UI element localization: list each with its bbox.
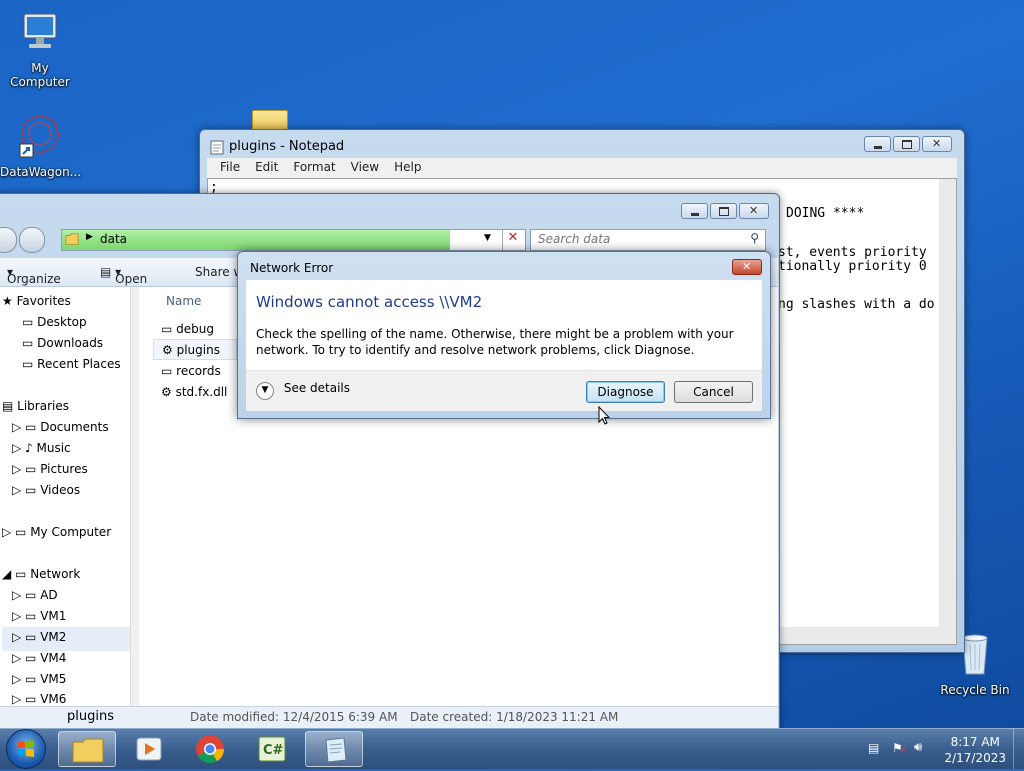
- nav-vm2[interactable]: ▷ ▭ VM2: [2, 627, 138, 651]
- nav-favorites[interactable]: ★ Favorites: [2, 294, 71, 308]
- svg-text:C#: C#: [263, 743, 284, 758]
- csharp-icon: C#: [258, 736, 286, 762]
- folder-icon: [65, 233, 79, 245]
- address-bar[interactable]: ▶ data ▼ ✕: [61, 229, 526, 251]
- dialog-footer: ▼ See details Diagnose Cancel: [246, 370, 762, 411]
- cancel-button[interactable]: Cancel: [674, 381, 753, 403]
- menu-view[interactable]: View: [344, 158, 387, 178]
- nav-desktop[interactable]: ▭ Desktop: [22, 315, 87, 329]
- taskbar-notepad[interactable]: [305, 731, 363, 767]
- nav-pictures[interactable]: ▷ ▭ Pictures: [12, 462, 88, 476]
- desktop-icon-label: My Computer: [10, 61, 70, 89]
- dialog-title: Network Error: [250, 261, 334, 275]
- see-details-label: See details: [283, 381, 351, 395]
- dialog-body: Windows cannot access \\VM2 Check the sp…: [246, 280, 762, 370]
- forward-button[interactable]: [19, 227, 45, 253]
- text-line: tionally priority 0: [778, 259, 927, 274]
- clock-date: 2/17/2023: [944, 751, 1006, 765]
- taskbar-media-player[interactable]: [120, 731, 178, 767]
- taskbar-explorer[interactable]: [58, 731, 116, 767]
- nav-libraries[interactable]: ▤ Libraries: [2, 399, 69, 413]
- menu-edit[interactable]: Edit: [248, 158, 286, 178]
- network-error-dialog[interactable]: Network Error Windows cannot access \\VM…: [237, 251, 771, 419]
- close-button[interactable]: [922, 136, 952, 152]
- search-input[interactable]: Search data ⚲: [530, 229, 766, 251]
- folder-icon: [72, 738, 104, 763]
- clock[interactable]: 8:17 AM 2/17/2023: [944, 734, 1006, 766]
- clock-time: 8:17 AM: [950, 735, 1000, 749]
- text-line: st, events priority: [778, 245, 927, 260]
- nav-recent-places[interactable]: ▭ Recent Places: [22, 357, 121, 371]
- column-header-name[interactable]: Name: [166, 294, 201, 308]
- search-icon: ⚲: [750, 231, 759, 245]
- dialog-message: Check the spelling of the name. Otherwis…: [256, 327, 734, 357]
- nav-documents[interactable]: ▷ ▭ Documents: [12, 420, 109, 434]
- nav-vm4[interactable]: ▷ ▭ VM4: [12, 651, 66, 665]
- minimize-button[interactable]: [681, 203, 708, 219]
- window-title: plugins - Notepad: [229, 139, 345, 154]
- nav-network[interactable]: ◢ ▭ Network: [2, 567, 80, 581]
- nav-ad[interactable]: ▷ ▭ AD: [12, 588, 58, 602]
- date-modified: Date modified: 12/4/2015 6:39 AM: [190, 710, 398, 724]
- desktop-icon-label: DataWagon...: [0, 165, 82, 179]
- nav-my-computer[interactable]: ▷ ▭ My Computer: [2, 525, 111, 539]
- desktop-icon-my-computer[interactable]: My Computer: [0, 8, 80, 89]
- notepad-icon: [325, 737, 347, 763]
- menu-help[interactable]: Help: [387, 158, 429, 178]
- menu-file[interactable]: File: [213, 158, 248, 178]
- menu-format[interactable]: Format: [286, 158, 343, 178]
- start-button[interactable]: [6, 729, 46, 769]
- show-desktop-button[interactable]: [1013, 729, 1024, 769]
- close-button[interactable]: [739, 203, 769, 219]
- file-item[interactable]: ⚙ plugins: [153, 339, 237, 360]
- file-item[interactable]: ▭ records: [161, 364, 221, 378]
- desktop-icon-datawagon[interactable]: DataWagon...: [0, 112, 82, 179]
- taskbar-csharp[interactable]: C#: [243, 731, 301, 767]
- open-button[interactable]: ▤ Open ▾: [100, 265, 147, 286]
- menu-bar: File Edit Format View Help: [207, 158, 957, 178]
- datawagon-icon: [19, 115, 59, 158]
- nav-music[interactable]: ▷ ♪ Music: [12, 441, 71, 455]
- tray-volume-icon[interactable]: 🔊︎: [914, 740, 922, 755]
- tray-action-center-icon[interactable]: ⚑ ✕: [892, 741, 907, 756]
- chrome-icon: [196, 735, 224, 763]
- close-button[interactable]: [732, 259, 762, 275]
- chevron-right-icon: ▶: [86, 232, 93, 242]
- minimize-button[interactable]: [864, 136, 891, 152]
- media-player-icon: [136, 737, 162, 761]
- taskbar-chrome[interactable]: [181, 731, 239, 767]
- dialog-heading: Windows cannot access \\VM2: [256, 293, 483, 311]
- maximize-button[interactable]: [710, 203, 737, 219]
- nav-downloads[interactable]: ▭ Downloads: [22, 336, 103, 350]
- see-details-toggle[interactable]: ▼ See details: [256, 381, 350, 400]
- mouse-cursor-icon: [598, 406, 610, 425]
- taskbar: C# ▤ ⚑ ✕ 🔊︎ 8:17 AM 2/17/2023: [0, 728, 1024, 769]
- nav-vm6[interactable]: ▷ ▭ VM6: [12, 692, 66, 706]
- nav-videos[interactable]: ▷ ▭ Videos: [12, 483, 80, 497]
- selected-item-name: plugins: [67, 709, 114, 724]
- text-line: ng slashes with a do: [778, 297, 935, 312]
- date-created: Date created: 1/18/2023 11:21 AM: [410, 710, 619, 724]
- navigation-pane: ★ Favorites ▭ Desktop ▭ Downloads ▭ Rece…: [0, 287, 143, 706]
- back-button[interactable]: [0, 227, 17, 253]
- desktop-icon-label: Recycle Bin: [940, 683, 1010, 697]
- notepad-icon: [210, 140, 224, 155]
- chevron-down-circle-icon: ▼: [256, 382, 274, 400]
- file-item[interactable]: ⚙ std.fx.dll: [161, 385, 227, 399]
- vertical-scrollbar[interactable]: [939, 179, 956, 627]
- computer-icon: [23, 13, 57, 48]
- text-line: DOING ****: [786, 206, 865, 221]
- address-text: data: [100, 232, 128, 246]
- tray-network-icon[interactable]: ▤: [868, 741, 882, 755]
- address-close-icon[interactable]: ✕: [502, 230, 523, 250]
- nav-vm5[interactable]: ▷ ▭ VM5: [12, 672, 66, 686]
- organize-button[interactable]: Organize ▾: [7, 265, 61, 286]
- nav-vm1[interactable]: ▷ ▭ VM1: [12, 609, 66, 623]
- windows-logo-icon: [18, 740, 34, 757]
- maximize-button[interactable]: [893, 136, 920, 152]
- search-placeholder: Search data: [538, 232, 611, 246]
- file-item[interactable]: ▭ debug: [161, 322, 214, 336]
- diagnose-button[interactable]: Diagnose: [586, 381, 665, 403]
- chevron-down-icon[interactable]: ▼: [484, 233, 491, 243]
